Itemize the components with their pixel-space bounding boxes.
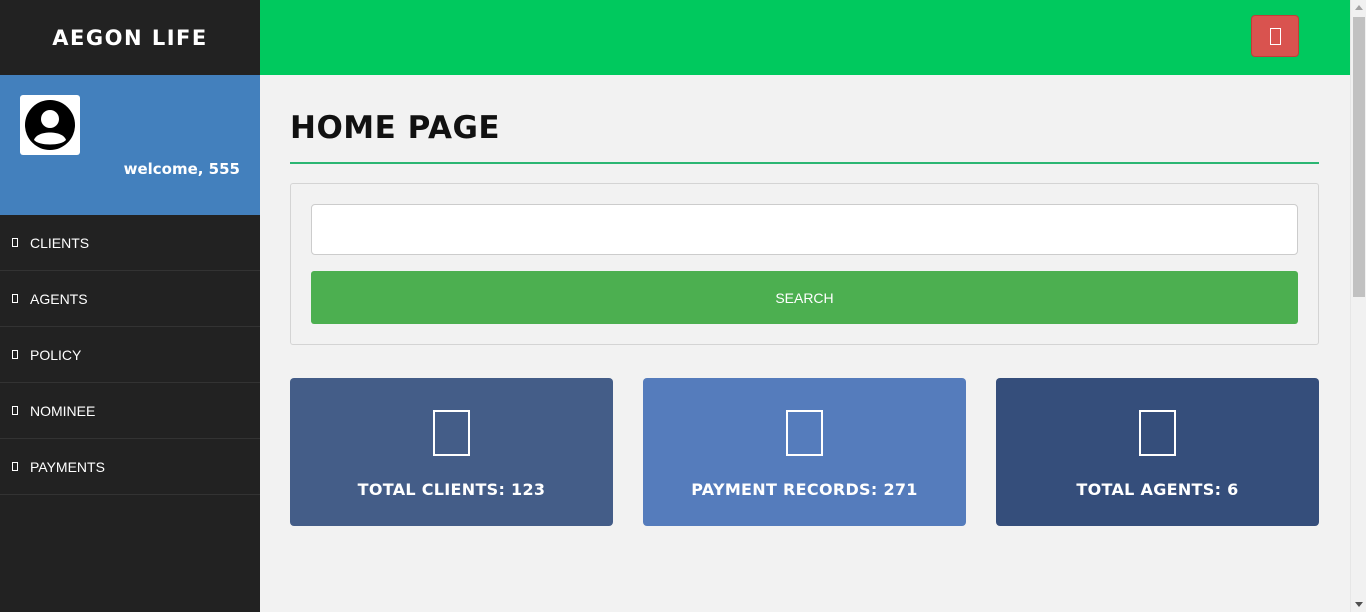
search-button[interactable]: SEARCH xyxy=(311,271,1298,324)
sidebar-item-label: AGENTS xyxy=(30,290,88,307)
card-total-agents[interactable]: TOTAL AGENTS: 6 xyxy=(996,378,1319,526)
sidebar: AEGON LIFE welcome, 555 CLIENTS AGENTS P… xyxy=(0,0,260,612)
sidebar-item-policy[interactable]: POLICY xyxy=(0,327,260,383)
page-scrollbar[interactable] xyxy=(1350,0,1366,612)
sidebar-item-label: NOMINEE xyxy=(30,402,96,419)
square-icon xyxy=(12,462,18,471)
main-content: HOME PAGE SEARCH TOTAL CLIENTS: 123 PAYM… xyxy=(290,75,1319,526)
scroll-thumb[interactable] xyxy=(1353,17,1365,297)
stats-cards: TOTAL CLIENTS: 123 PAYMENT RECORDS: 271 … xyxy=(290,378,1319,526)
brand-logo[interactable]: AEGON LIFE xyxy=(0,0,260,75)
sidebar-item-agents[interactable]: AGENTS xyxy=(0,271,260,327)
search-panel: SEARCH xyxy=(290,183,1319,345)
sidebar-item-label: CLIENTS xyxy=(30,234,90,251)
sidebar-item-clients[interactable]: CLIENTS xyxy=(0,215,260,271)
card-label: PAYMENT RECORDS: 271 xyxy=(691,480,918,499)
page-title: HOME PAGE xyxy=(290,110,501,146)
sidebar-item-label: POLICY xyxy=(30,346,82,363)
square-icon xyxy=(12,294,18,303)
card-payment-records[interactable]: PAYMENT RECORDS: 271 xyxy=(643,378,966,526)
square-icon xyxy=(12,406,18,415)
search-input[interactable] xyxy=(311,204,1298,255)
payments-icon xyxy=(786,410,823,456)
sidebar-item-nominee[interactable]: NOMINEE xyxy=(0,383,260,439)
square-icon xyxy=(12,350,18,359)
title-divider xyxy=(290,162,1319,164)
square-icon xyxy=(12,238,18,247)
top-bar xyxy=(260,0,1350,75)
logout-button[interactable] xyxy=(1251,15,1299,57)
sidebar-item-payments[interactable]: PAYMENTS xyxy=(0,439,260,495)
clients-icon xyxy=(433,410,470,456)
card-label: TOTAL CLIENTS: 123 xyxy=(357,480,546,499)
profile-panel: welcome, 555 xyxy=(0,75,260,215)
scroll-down-icon[interactable] xyxy=(1355,602,1363,607)
sidebar-nav: CLIENTS AGENTS POLICY NOMINEE PAYMENTS xyxy=(0,215,260,495)
logout-icon xyxy=(1269,27,1281,45)
scroll-up-icon[interactable] xyxy=(1355,5,1363,10)
app: AEGON LIFE welcome, 555 CLIENTS AGENTS P… xyxy=(0,0,1366,612)
card-label: TOTAL AGENTS: 6 xyxy=(1076,480,1239,499)
user-avatar-icon xyxy=(20,95,80,155)
agents-icon xyxy=(1139,410,1176,456)
card-total-clients[interactable]: TOTAL CLIENTS: 123 xyxy=(290,378,613,526)
sidebar-item-label: PAYMENTS xyxy=(30,458,105,475)
welcome-text: welcome, 555 xyxy=(123,160,240,178)
